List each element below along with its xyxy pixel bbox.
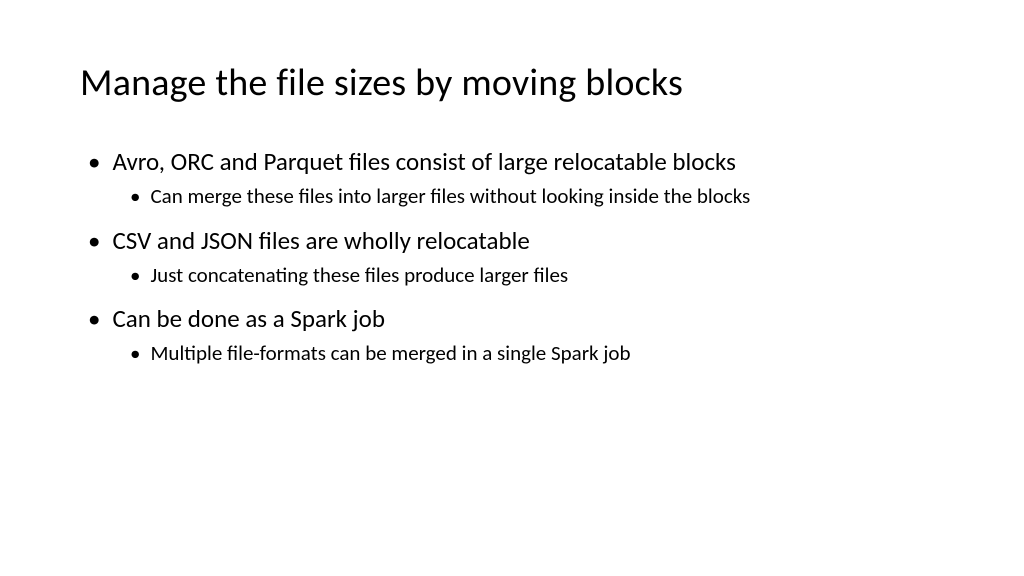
bullet-level1: • Can be done as a Spark job [88, 303, 944, 334]
bullet-level1: • CSV and JSON files are wholly relocata… [88, 225, 944, 256]
bullet-text: Just concatenating these files produce l… [150, 262, 568, 289]
bullet-dot-icon: • [130, 262, 140, 289]
bullet-text: Can be done as a Spark job [112, 303, 385, 334]
bullet-level2: • Multiple file-formats can be merged in… [130, 340, 944, 367]
bullet-level1: • Avro, ORC and Parquet files consist of… [88, 146, 944, 177]
bullet-dot-icon: • [88, 146, 100, 177]
bullet-text: Can merge these files into larger files … [150, 183, 750, 210]
bullet-group: • Can be done as a Spark job • Multiple … [88, 303, 944, 368]
bullet-group: • Avro, ORC and Parquet files consist of… [88, 146, 944, 211]
bullet-level2: • Can merge these files into larger file… [130, 183, 944, 210]
bullet-level2: • Just concatenating these files produce… [130, 262, 944, 289]
bullet-dot-icon: • [130, 183, 140, 210]
bullet-dot-icon: • [130, 340, 140, 367]
bullet-text: CSV and JSON files are wholly relocatabl… [112, 225, 529, 256]
slide-title: Manage the file sizes by moving blocks [80, 60, 944, 106]
bullet-text: Multiple file-formats can be merged in a… [150, 340, 630, 367]
bullet-group: • CSV and JSON files are wholly relocata… [88, 225, 944, 290]
bullet-text: Avro, ORC and Parquet files consist of l… [112, 146, 736, 177]
bullet-dot-icon: • [88, 225, 100, 256]
bullet-dot-icon: • [88, 303, 100, 334]
slide-content: • Avro, ORC and Parquet files consist of… [80, 146, 944, 368]
